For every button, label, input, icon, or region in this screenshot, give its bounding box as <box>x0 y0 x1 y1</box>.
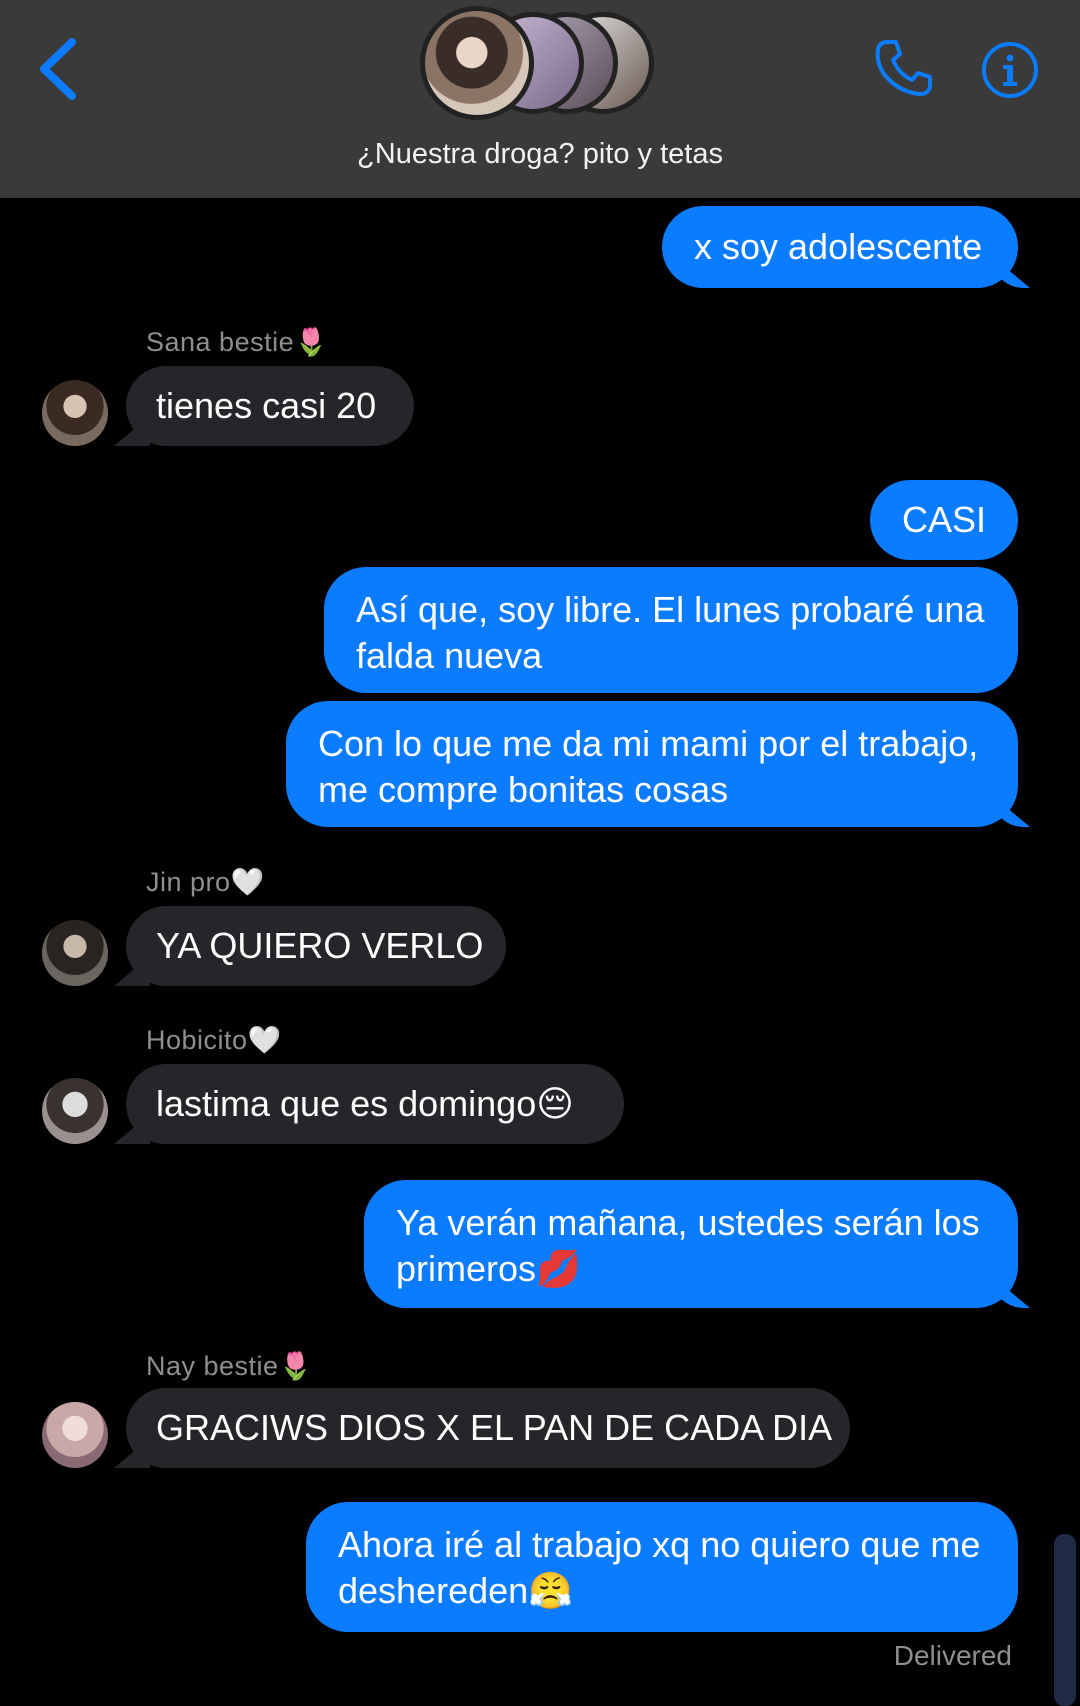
received-message[interactable]: YA QUIERO VERLO <box>126 906 506 986</box>
sender-avatar[interactable] <box>42 920 108 986</box>
message-text: GRACIWS DIOS X EL PAN DE CADA DIA <box>156 1407 833 1448</box>
message-line: me compre bonitas cosas <box>318 769 729 810</box>
group-name[interactable]: ¿Nuestra droga? pito y tetas <box>0 138 1080 171</box>
conversation-header: ¿Nuestra droga? pito y tetas <box>0 0 1080 198</box>
message-line: Ahora iré al trabajo xq no quiero que me <box>338 1524 981 1565</box>
info-button[interactable] <box>980 40 1040 100</box>
phone-icon <box>875 40 932 96</box>
message-text: tienes casi 20 <box>156 385 377 426</box>
message-text: YA QUIERO VERLO <box>156 925 484 966</box>
call-button[interactable] <box>872 36 936 100</box>
message-text: lastima que es domingo😔 <box>156 1083 574 1124</box>
received-message[interactable]: lastima que es domingo😔 <box>126 1064 624 1144</box>
chevron-left-icon <box>40 38 76 100</box>
message-text: x soy adolescente <box>694 226 983 267</box>
sender-name: Hobicito🤍 <box>146 1025 282 1055</box>
sender-name: Nay bestie🌷 <box>146 1351 313 1381</box>
received-message[interactable]: tienes casi 20 <box>126 366 414 446</box>
message-line: deshereden😤 <box>338 1570 573 1611</box>
sender-avatar[interactable] <box>42 380 108 446</box>
message-line: falda nueva <box>356 635 543 676</box>
back-button[interactable] <box>34 34 84 104</box>
scrollbar[interactable] <box>1054 1534 1076 1706</box>
message-line: Ya verán mañana, ustedes serán los <box>396 1202 980 1243</box>
sent-message[interactable]: Así que, soy libre. El lunes probaré una… <box>324 567 1018 693</box>
sender-name: Sana bestie🌷 <box>146 327 329 357</box>
sent-message[interactable]: x soy adolescente <box>662 206 1018 288</box>
received-message[interactable]: GRACIWS DIOS X EL PAN DE CADA DIA <box>126 1388 850 1468</box>
sender-avatar[interactable] <box>42 1078 108 1144</box>
sender-name: Jin pro🤍 <box>146 867 265 897</box>
group-avatar <box>420 6 534 120</box>
message-line: Con lo que me da mi mami por el trabajo, <box>318 723 979 764</box>
message-line: Así que, soy libre. El lunes probaré una <box>356 589 985 630</box>
group-avatars[interactable] <box>420 6 660 120</box>
sent-message[interactable]: Ya verán mañana, ustedes serán los prime… <box>364 1180 1018 1308</box>
message-line: primeros💋 <box>396 1248 581 1289</box>
sent-message[interactable]: Ahora iré al trabajo xq no quiero que me… <box>306 1502 1018 1632</box>
sent-message[interactable]: CASI <box>870 480 1018 560</box>
info-icon <box>982 42 1038 98</box>
sender-avatar[interactable] <box>42 1402 108 1468</box>
message-text: CASI <box>902 499 987 540</box>
delivery-status: Delivered <box>893 1640 1012 1671</box>
sent-message[interactable]: Con lo que me da mi mami por el trabajo,… <box>286 701 1018 827</box>
